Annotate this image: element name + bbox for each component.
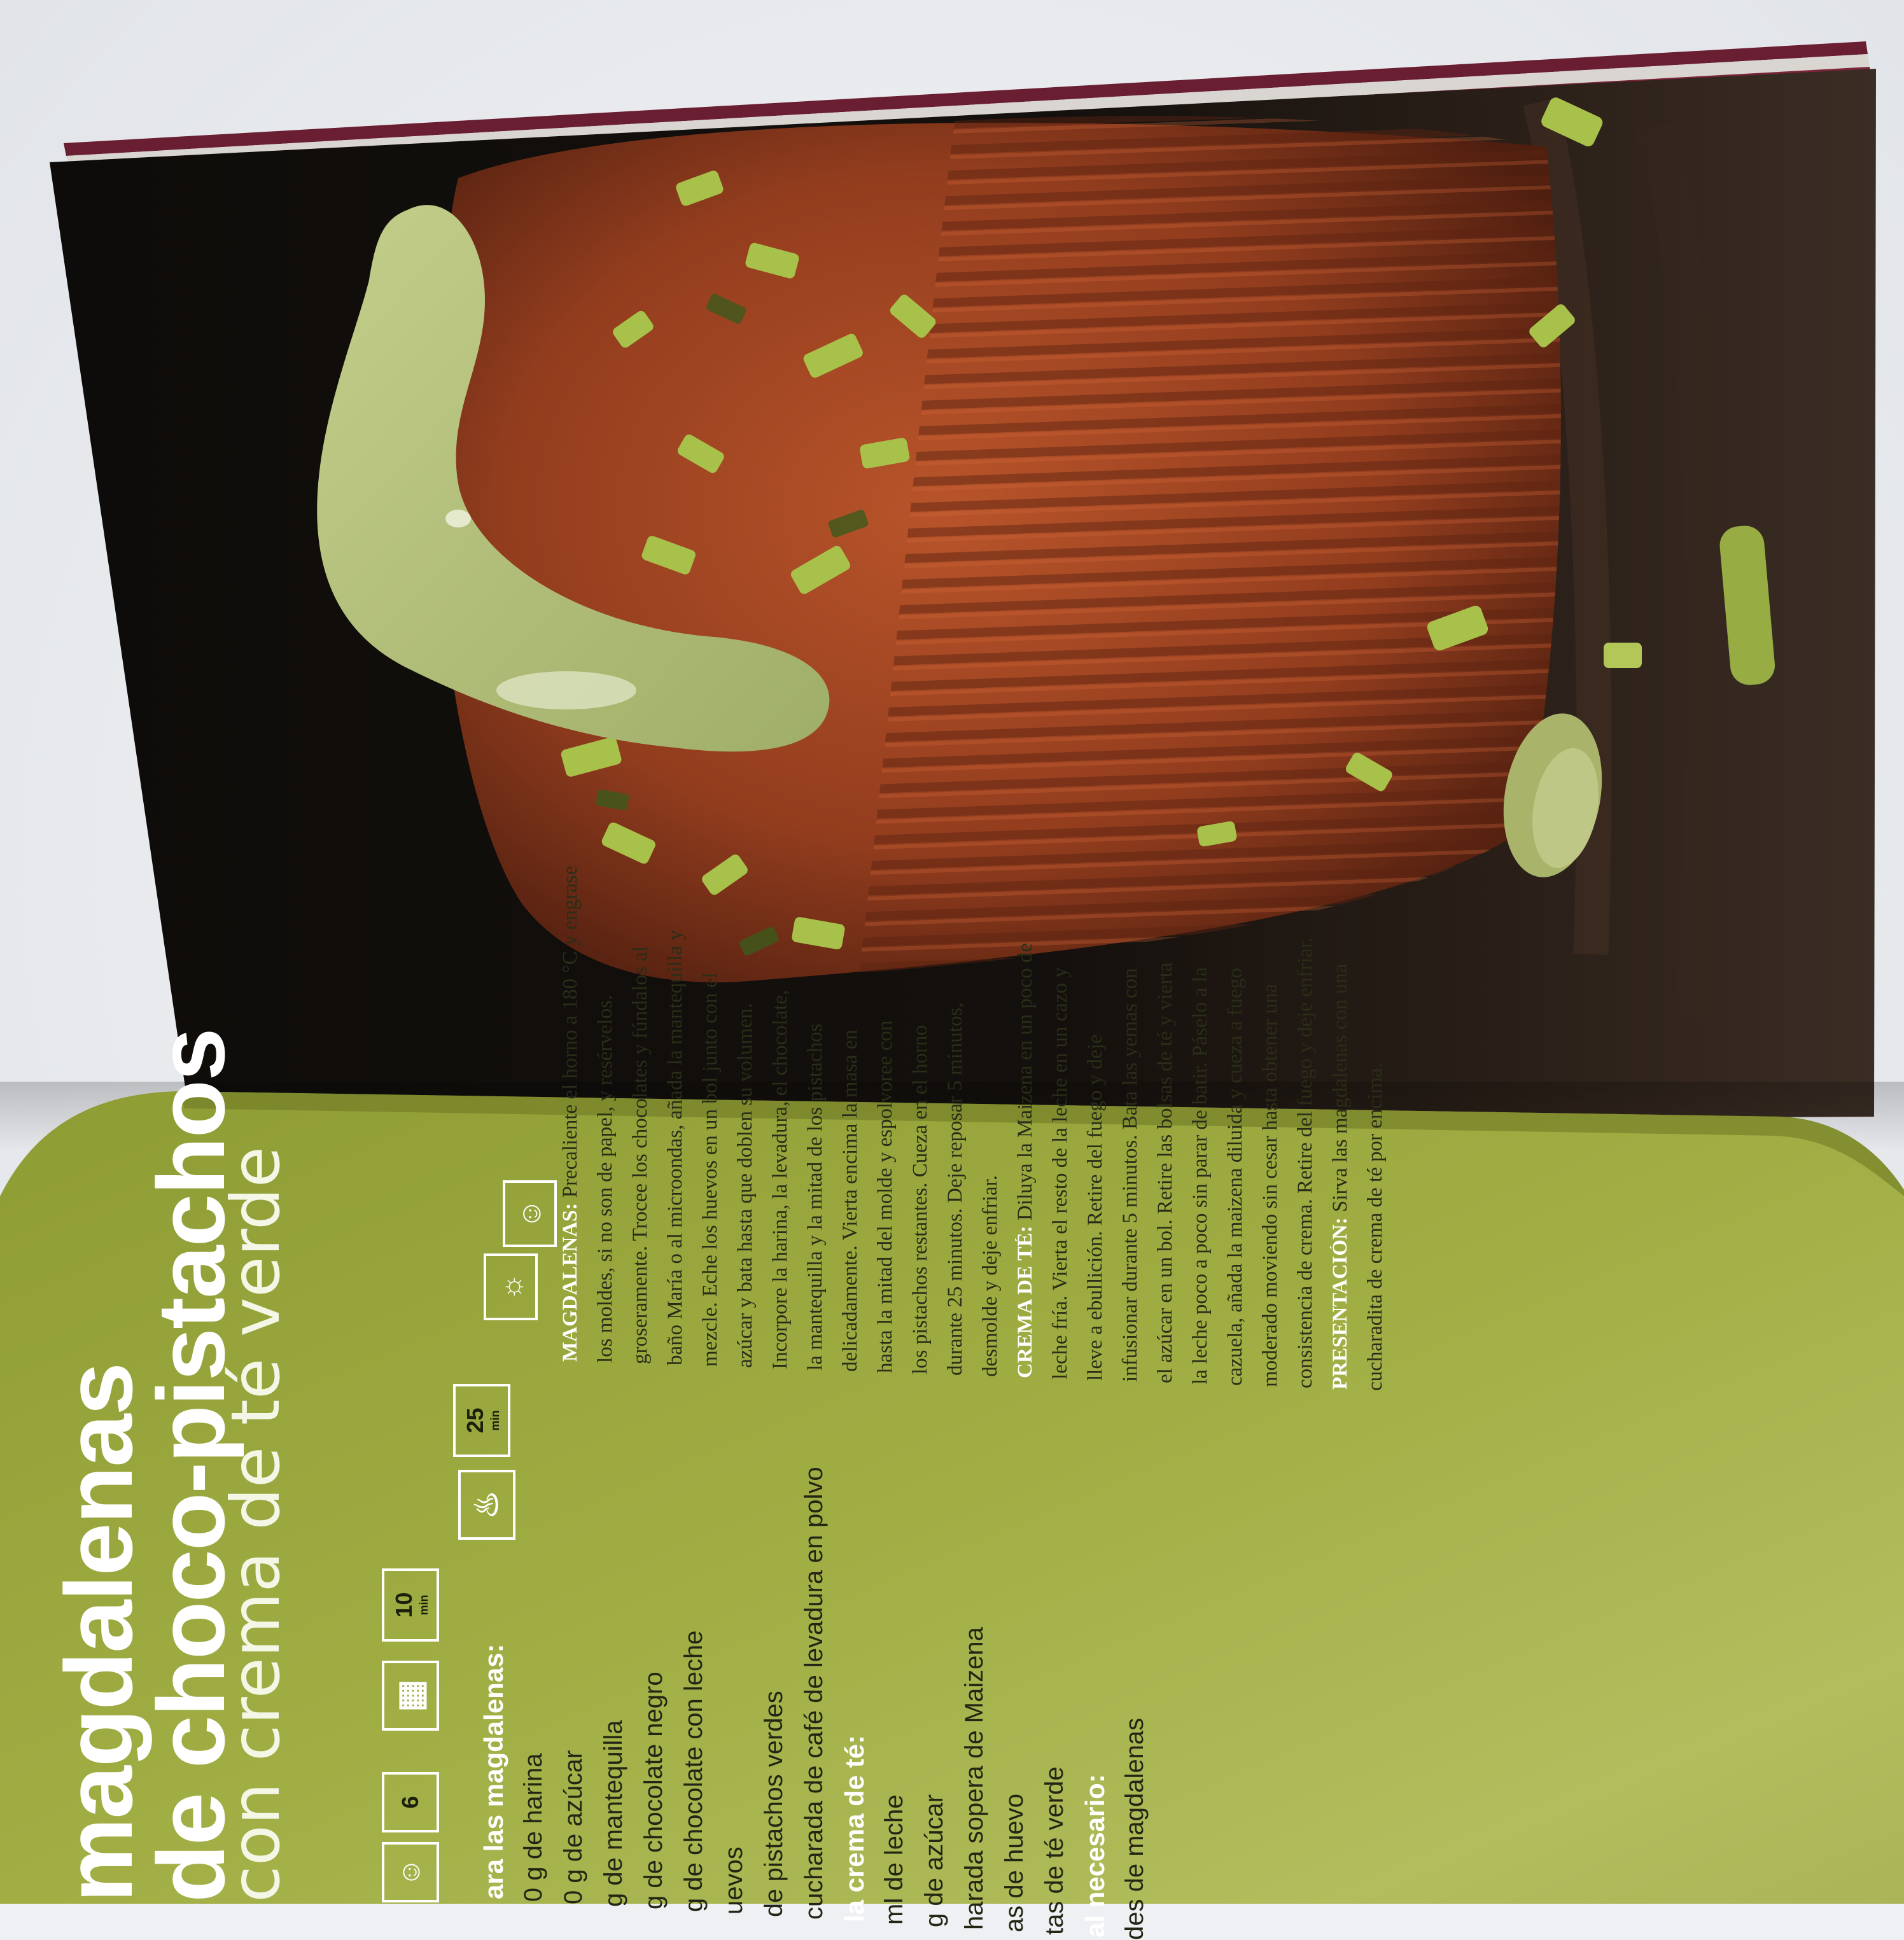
recipe-subtitle: con crema de té verde [217,1146,295,1902]
method-line: delicadamente. Vierta encima la masa en [840,1029,861,1372]
method-line: desmolde y deje enfriar. [980,1175,1001,1377]
ingredient-item: ml de leche [880,1794,908,1925]
servings-count: 6 [397,1796,423,1809]
cook-time-box: 25 min [453,1384,510,1457]
method-line-text: moderado moviendo sin cesar hasta obtene… [1260,983,1281,1387]
method-line: mezcle. Eche los huevos en un bol junto … [700,973,721,1367]
method-line: CREMA DE TÉ: Diluya la Maizena en un poc… [1015,943,1036,1378]
method-line-text: los pistachos restantes. Cueza en el hor… [910,1025,931,1374]
method-line-text: infusionar durante 5 minutos. Bata las y… [1120,968,1141,1382]
ingredient-item: g de mantequilla [599,1720,627,1907]
ingredient-item: harada sopera de Maizena [960,1627,988,1930]
ingredient-item: des de magdalenas [1121,1717,1149,1940]
method-line-text: cucharadita de crema de té por encima. [1365,1063,1386,1391]
method-line-text: desmolde y deje enfriar. [980,1175,1001,1377]
method-line-text: la leche poco a poco sin parar de batir.… [1190,967,1211,1385]
method-line: la mantequilla y la mitad de los pistach… [805,1024,826,1371]
method-section-heading: MAGDALENAS: [560,1203,581,1362]
servings-count-box: 6 [382,1772,439,1832]
method-line: lleve a ebullición. Retire del fuego y d… [1085,1035,1106,1381]
oven-icon: ♨ [469,1490,505,1519]
method-line-text: leche fría. Vierta el resto de la leche … [1050,967,1071,1379]
method-line: baño María o al microondas, añada la man… [665,930,686,1365]
method-line-text: lleve a ebullición. Retire del fuego y d… [1085,1034,1106,1381]
ingredient-item: g de azúcar [920,1794,948,1927]
cook-icon-box: ♨ [458,1470,515,1540]
ingredient-item: 0 g de azúcar [559,1750,587,1904]
method-section-heading: PRESENTACIÓN: [1330,1217,1351,1390]
prep-icon-box: ▦ [382,1661,439,1731]
method-line: azúcar y bata hasta que doblen su volume… [735,1003,756,1368]
ingredients-heading: al necesario: [1080,1774,1110,1937]
method-line: los moldes, si no son de papel, y resérv… [595,995,616,1363]
ingredient-item: de pistachos verdes [760,1691,788,1917]
ingredient-item: 0 g de harina [519,1753,547,1902]
method-line-text: Sirva las magdalenas con una [1330,963,1351,1218]
smile-icon: ☺ [513,1199,547,1229]
method-line-text: cazuela, añada la maizena diluida y cuez… [1225,968,1246,1386]
ingredients-heading: ara las magdalenas: [479,1643,508,1899]
method-line-text: Diluya la Maizena en un poco de [1015,942,1036,1226]
cook-time: 25 [461,1407,488,1434]
method-line: la leche poco a poco sin parar de batir.… [1190,967,1211,1385]
recipe-title-line1: magdalenas [45,1363,152,1902]
method-line-text: durante 25 minutos. Deje reposar 5 minut… [945,1002,966,1376]
method-line: leche fría. Vierta el resto de la leche … [1050,967,1071,1379]
method-line-text: el azúcar en un bol. Retire las bolsas d… [1155,962,1176,1383]
method-line: hasta la mitad del molde y espolvoree co… [875,1021,896,1373]
cutting-board-icon: ▦ [391,1679,430,1712]
method-line: el azúcar en un bol. Retire las bolsas d… [1155,962,1176,1383]
cost-icon-box: ☺ [503,1180,557,1247]
method-line-text: azúcar y bata hasta que doblen su volume… [735,1003,756,1368]
method-line-text: consistencia de crema. Retire del fuego … [1295,937,1316,1388]
prep-time-unit: min [417,1595,430,1616]
method-line: Incorpore la harina, la levadura, el cho… [770,990,791,1369]
method-line: durante 25 minutos. Deje reposar 5 minut… [945,1002,966,1376]
method-line: cucharadita de crema de té por encima. [1365,1063,1386,1391]
difficulty-icon-box: ☼ [484,1253,538,1320]
method-line-text: mezcle. Eche los huevos en un bol junto … [700,972,721,1367]
person-icon: ☺ [395,1858,426,1887]
method-line-text: baño María o al microondas, añada la man… [665,930,686,1365]
method-line-text: la mantequilla y la mitad de los pistach… [805,1023,826,1371]
method-line: groseramente. Trocee los chocolates y fú… [630,946,651,1364]
method-line: MAGDALENAS: Precaliente el horno a 180 °… [560,866,581,1362]
ingredient-item: cucharada de café de levadura en polvo [800,1467,828,1920]
method-line: consistencia de crema. Retire del fuego … [1295,937,1316,1388]
prep-time-box: 10 min [382,1568,439,1642]
ingredient-item: g de chocolate con leche [680,1630,708,1912]
cook-time-unit: min [488,1410,501,1431]
ingredients-heading: la crema de té: [839,1734,869,1922]
method-line-text: hasta la mitad del molde y espolvoree co… [875,1020,896,1373]
ingredient-item: tas de té verde [1040,1766,1068,1935]
method-line-text: Incorpore la harina, la levadura, el cho… [770,989,791,1369]
method-line: los pistachos restantes. Cueza en el hor… [910,1025,931,1374]
method-line-text: Precaliente el horno a 180 °C y engrase [560,865,581,1203]
food-photograph [50,69,1876,1126]
prep-time: 10 [390,1592,417,1618]
method-line: cazuela, añada la maizena diluida y cuez… [1225,968,1246,1386]
method-line-text: los moldes, si no son de papel, y resérv… [595,994,616,1363]
ingredient-item: g de chocolate negro [640,1671,668,1909]
sun-icon: ☼ [494,1273,528,1301]
method-line-text: delicadamente. Vierta encima la masa en [840,1029,861,1372]
method-line: moderado moviendo sin cesar hasta obtene… [1260,984,1281,1387]
method-line: infusionar durante 5 minutos. Bata las y… [1120,968,1141,1382]
servings-box: ☺ [382,1842,439,1902]
ingredient-item: uevos [720,1846,748,1915]
method-line-text: groseramente. Trocee los chocolates y fú… [630,946,651,1364]
method-section-heading: CREMA DE TÉ: [1015,1225,1036,1378]
ingredient-item: as de huevo [1000,1794,1028,1932]
method-line: PRESENTACIÓN: Sirva las magdalenas con u… [1330,964,1351,1390]
